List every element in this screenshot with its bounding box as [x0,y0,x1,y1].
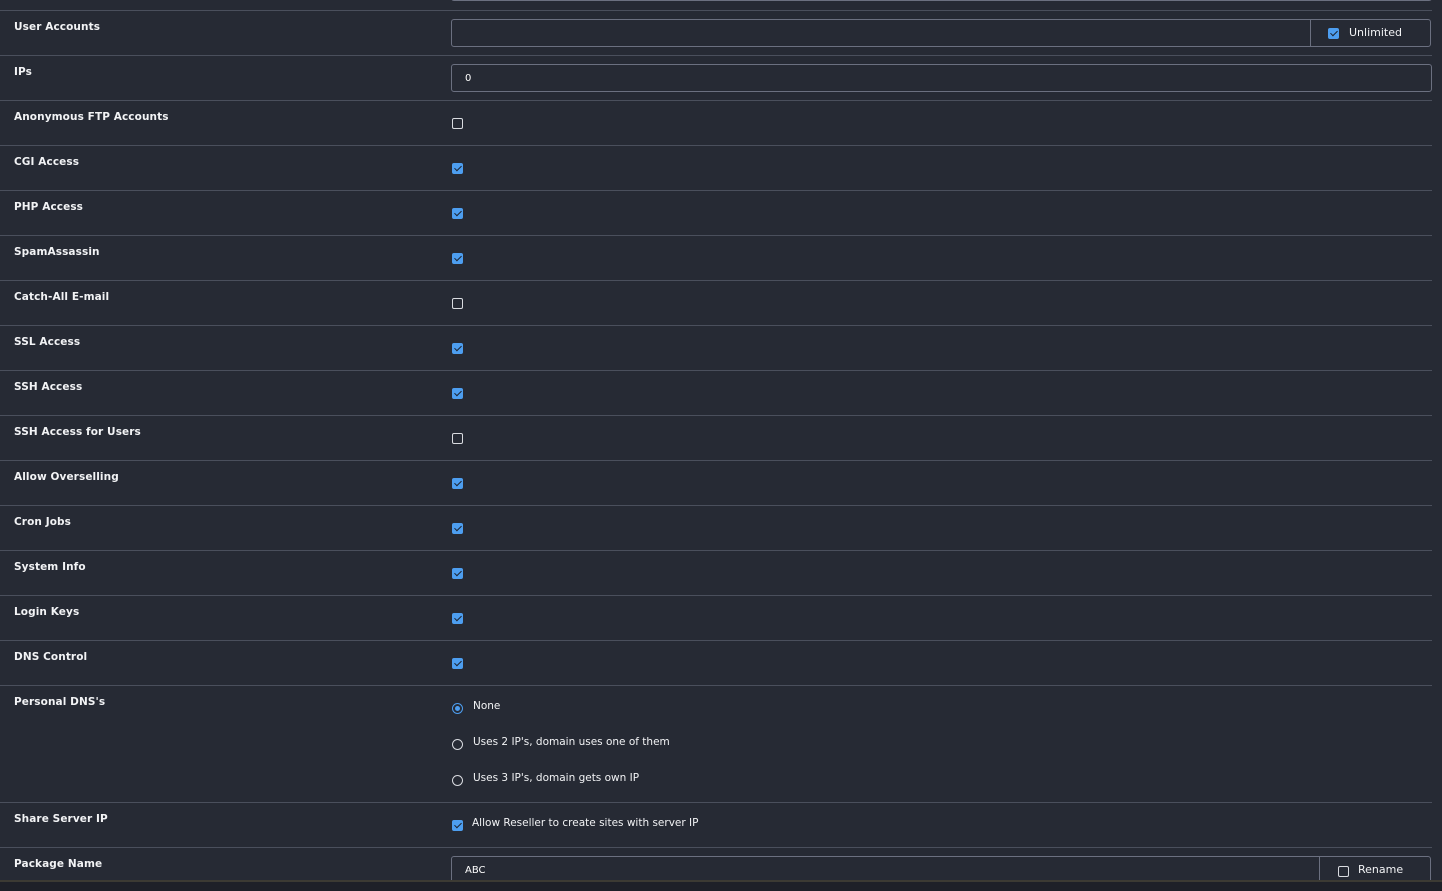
row-allow-overselling: Allow Overselling [0,461,1432,506]
login-keys-label: Login Keys [14,606,80,618]
dns-control-label: DNS Control [14,651,88,663]
package-name-label: Package Name [14,858,103,870]
unlimited-checkbox[interactable] [1328,28,1339,39]
cron-jobs-label: Cron Jobs [14,516,72,528]
ssh-access-label: SSH Access [14,381,83,393]
row-spamassassin: SpamAssassin [0,236,1432,281]
system-info-checkbox[interactable] [452,568,463,579]
user-accounts-input[interactable] [451,19,1311,47]
personal-dns-none-radio[interactable] [452,703,463,714]
row-login-keys: Login Keys [0,596,1432,641]
row-anonymous-ftp: Anonymous FTP Accounts [0,101,1432,146]
row-cgi-access: CGI Access [0,146,1432,191]
user-accounts-label: User Accounts [14,21,101,33]
ips-input[interactable] [451,64,1432,92]
personal-dns-none-label: None [473,700,501,712]
row-dns-control: DNS Control [0,641,1432,686]
row-personal-dns: Personal DNS's None Uses 2 IP's, domain … [0,686,1432,803]
row-share-server-ip: Share Server IP Allow Reseller to create… [0,803,1432,848]
row-user-accounts: User Accounts Unlimited [0,11,1432,56]
ssh-access-users-checkbox[interactable] [452,433,463,444]
system-info-label: System Info [14,561,86,573]
spamassassin-checkbox[interactable] [452,253,463,264]
allow-overselling-checkbox[interactable] [452,478,463,489]
ssl-access-checkbox[interactable] [452,343,463,354]
row-ssl-access: SSL Access [0,326,1432,371]
row-system-info: System Info [0,551,1432,596]
rename-checkbox[interactable] [1338,866,1349,877]
cron-jobs-checkbox[interactable] [452,523,463,534]
user-accounts-unlimited-addon: Unlimited [1310,19,1431,47]
ips-label: IPs [14,66,32,78]
row-ssh-access-users: SSH Access for Users [0,416,1432,461]
dns-control-checkbox[interactable] [452,658,463,669]
php-access-label: PHP Access [14,201,84,213]
personal-dns-label: Personal DNS's [14,696,106,708]
personal-dns-two-ips-label: Uses 2 IP's, domain uses one of them [473,736,670,748]
previous-field-edge [451,0,1432,1]
spamassassin-label: SpamAssassin [14,246,100,258]
cgi-access-checkbox[interactable] [452,163,463,174]
previous-row-edge [0,0,1432,11]
share-server-ip-checkbox-label: Allow Reseller to create sites with serv… [472,817,699,829]
anonymous-ftp-checkbox[interactable] [452,118,463,129]
window-bottom-bar [0,880,1442,891]
row-cron-jobs: Cron Jobs [0,506,1432,551]
personal-dns-three-ips-label: Uses 3 IP's, domain gets own IP [473,772,640,784]
cgi-access-label: CGI Access [14,156,80,168]
personal-dns-three-ips-radio[interactable] [452,775,463,786]
rename-label: Rename [1358,863,1404,876]
share-server-ip-label: Share Server IP [14,813,108,825]
ssh-access-checkbox[interactable] [452,388,463,399]
login-keys-checkbox[interactable] [452,613,463,624]
unlimited-label: Unlimited [1349,26,1402,39]
anonymous-ftp-label: Anonymous FTP Accounts [14,111,169,123]
allow-overselling-label: Allow Overselling [14,471,119,483]
row-ssh-access: SSH Access [0,371,1432,416]
row-php-access: PHP Access [0,191,1432,236]
catch-all-email-checkbox[interactable] [452,298,463,309]
share-server-ip-checkbox[interactable] [452,820,463,831]
catch-all-email-label: Catch-All E-mail [14,291,110,303]
row-ips: IPs [0,56,1432,101]
taskbar-edge [0,880,1442,882]
personal-dns-two-ips-radio[interactable] [452,739,463,750]
package-settings-form: User Accounts Unlimited IPs Anonymous FT… [0,0,1442,891]
ssl-access-label: SSL Access [14,336,81,348]
ssh-access-users-label: SSH Access for Users [14,426,141,438]
php-access-checkbox[interactable] [452,208,463,219]
row-catch-all-email: Catch-All E-mail [0,281,1432,326]
